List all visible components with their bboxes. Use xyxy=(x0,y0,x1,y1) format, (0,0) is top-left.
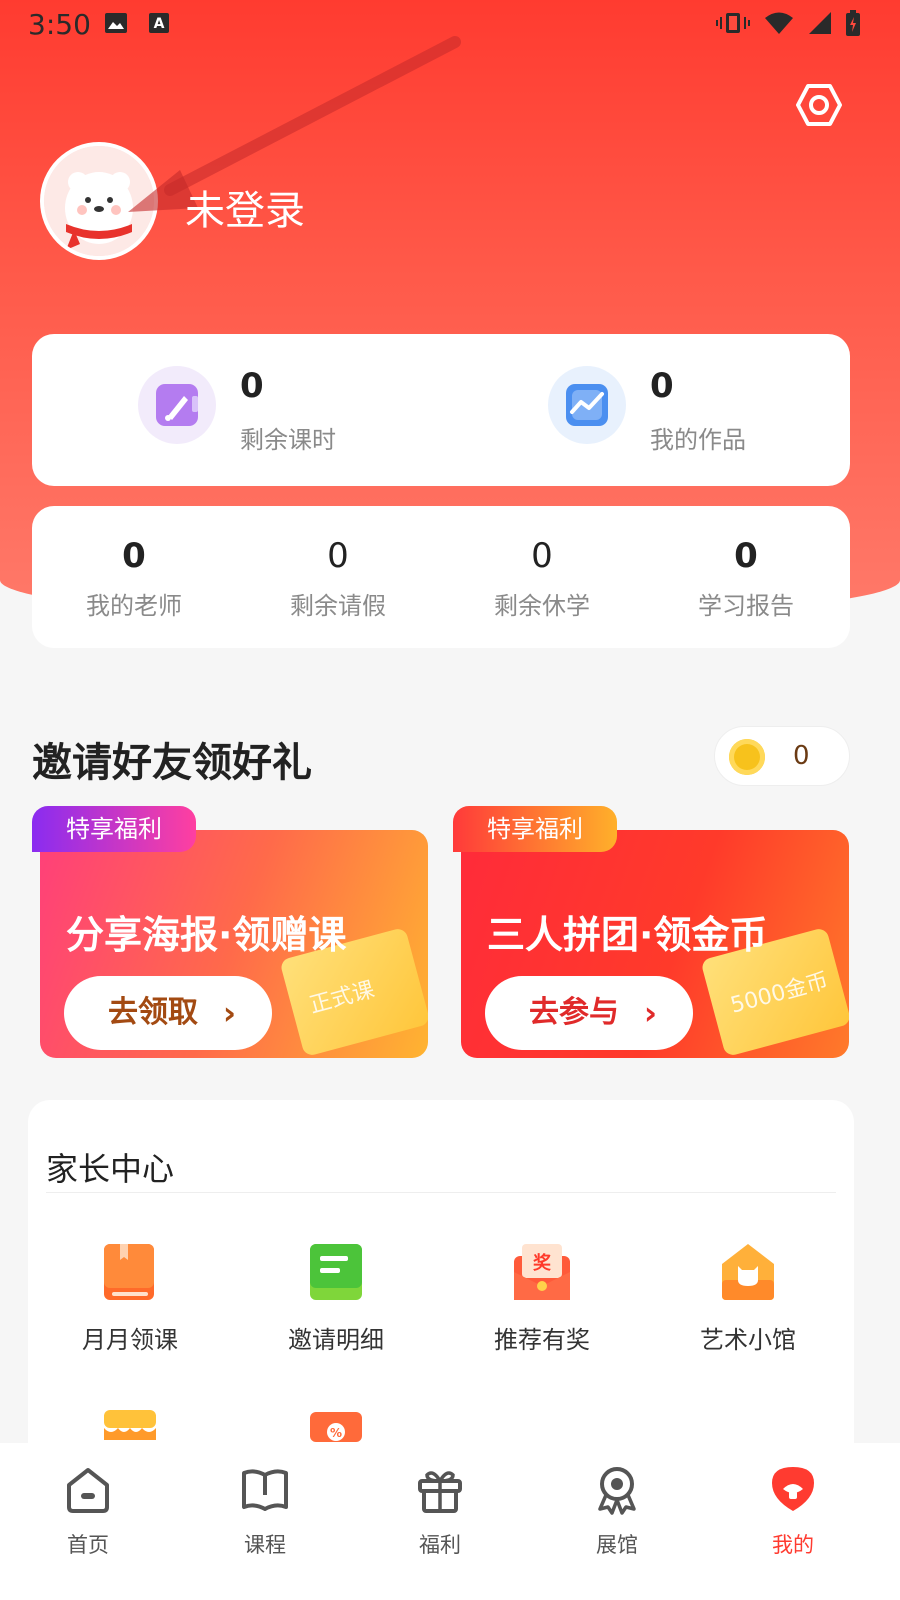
promo-card-share-poster[interactable]: 正式课 分享海报·领赠课 去领取 › 特享福利 xyxy=(32,806,428,1058)
coin-balance[interactable]: 0 xyxy=(714,726,850,786)
promo-tag: 特享福利 xyxy=(453,806,617,852)
settings-icon xyxy=(796,84,842,126)
coin-icon xyxy=(729,739,765,775)
open-book-icon xyxy=(240,1465,290,1515)
stat-label: 剩余课时 xyxy=(240,426,336,454)
tab-label: 课程 xyxy=(244,1533,286,1557)
feature-monthly-lessons[interactable]: 月月领课 xyxy=(30,1242,230,1355)
chevron-right-icon: › xyxy=(222,994,236,1032)
settings-button[interactable] xyxy=(796,82,842,128)
book-icon xyxy=(100,1242,160,1302)
promo-headline: 分享海报·领赠课 xyxy=(66,913,347,957)
parents-center-title: 家长中心 xyxy=(46,1150,175,1188)
feature-label: 推荐有奖 xyxy=(494,1326,590,1354)
promo-card-body: 正式课 分享海报·领赠课 去领取 › xyxy=(40,830,428,1058)
tab-label: 首页 xyxy=(67,1533,109,1557)
stat-remaining-leave[interactable]: 0 剩余请假 xyxy=(236,536,440,621)
home-icon xyxy=(63,1465,113,1515)
stat-label: 剩余请假 xyxy=(290,592,386,620)
stat-value: 0 xyxy=(531,536,553,576)
battery-icon xyxy=(846,10,860,36)
promo-card-group-buy[interactable]: 5000金币 三人拼团·领金币 去参与 › 特享福利 xyxy=(453,806,849,1058)
claim-button[interactable]: 去领取 › xyxy=(64,976,272,1050)
feature-label: 月月领课 xyxy=(82,1326,178,1354)
stat-my-teacher[interactable]: 0 我的老师 xyxy=(32,536,236,621)
tab-benefits[interactable]: 福利 xyxy=(380,1465,500,1559)
promo-tag: 特享福利 xyxy=(32,806,196,852)
coin-value: 0 xyxy=(793,741,810,771)
feature-referral-reward[interactable]: 奖 推荐有奖 xyxy=(442,1242,642,1355)
invite-section-title: 邀请好友领好礼 xyxy=(32,740,312,786)
join-button[interactable]: 去参与 › xyxy=(485,976,693,1050)
username[interactable]: 未登录 xyxy=(185,178,305,236)
wifi-icon xyxy=(765,12,793,34)
prize-envelope-icon: 奖 xyxy=(512,1242,572,1302)
feature-art-gallery[interactable]: 艺术小馆 xyxy=(648,1242,848,1355)
chevron-right-icon: › xyxy=(643,994,657,1032)
stat-value: 0 xyxy=(240,366,264,406)
stat-label: 我的老师 xyxy=(86,592,182,620)
stat-label: 学习报告 xyxy=(698,592,794,620)
primary-stats-card: 0 剩余课时 0 我的作品 xyxy=(32,334,850,486)
stat-value: 0 xyxy=(734,536,758,576)
tab-home[interactable]: 首页 xyxy=(28,1465,148,1559)
status-system-icons xyxy=(716,10,860,36)
profile-icon xyxy=(768,1465,818,1515)
svg-text:奖: 奖 xyxy=(533,1252,552,1274)
signal-icon xyxy=(809,12,831,34)
svg-text:%: % xyxy=(330,1426,342,1440)
stat-study-report[interactable]: 0 学习报告 xyxy=(644,536,848,621)
stat-value: 0 xyxy=(327,536,349,576)
promo-card-body: 5000金币 三人拼团·领金币 去参与 › xyxy=(461,830,849,1058)
feature-label: 艺术小馆 xyxy=(700,1326,796,1354)
tab-label: 福利 xyxy=(419,1533,461,1557)
stat-value: 0 xyxy=(122,536,146,576)
tab-gallery[interactable]: 展馆 xyxy=(557,1465,677,1559)
feature-invite-details[interactable]: 邀请明细 xyxy=(236,1242,436,1355)
stat-value: 0 xyxy=(650,366,674,406)
stat-remaining-suspension[interactable]: 0 剩余休学 xyxy=(440,536,644,621)
tab-label: 展馆 xyxy=(596,1533,638,1557)
tab-label: 我的 xyxy=(772,1533,814,1557)
document-icon xyxy=(306,1242,366,1302)
tab-courses[interactable]: 课程 xyxy=(205,1465,325,1559)
feature-label: 邀请明细 xyxy=(288,1326,384,1354)
bottom-tab-bar: 首页 课程 福利 展馆 我的 xyxy=(0,1443,900,1600)
secondary-stats-card: 0 我的老师 0 剩余请假 0 剩余休学 0 学习报告 xyxy=(32,506,850,648)
status-time: 3:50 xyxy=(28,8,91,41)
chart-icon xyxy=(548,366,626,444)
shop-icon xyxy=(718,1242,778,1302)
award-icon xyxy=(592,1465,642,1515)
gift-icon xyxy=(415,1465,465,1515)
pencil-icon xyxy=(138,366,216,444)
tab-mine[interactable]: 我的 xyxy=(733,1465,853,1559)
promo-headline: 三人拼团·领金币 xyxy=(487,913,768,957)
stat-label: 我的作品 xyxy=(650,426,746,454)
divider xyxy=(46,1192,836,1193)
vibrate-icon xyxy=(716,13,750,33)
stat-label: 剩余休学 xyxy=(494,592,590,620)
